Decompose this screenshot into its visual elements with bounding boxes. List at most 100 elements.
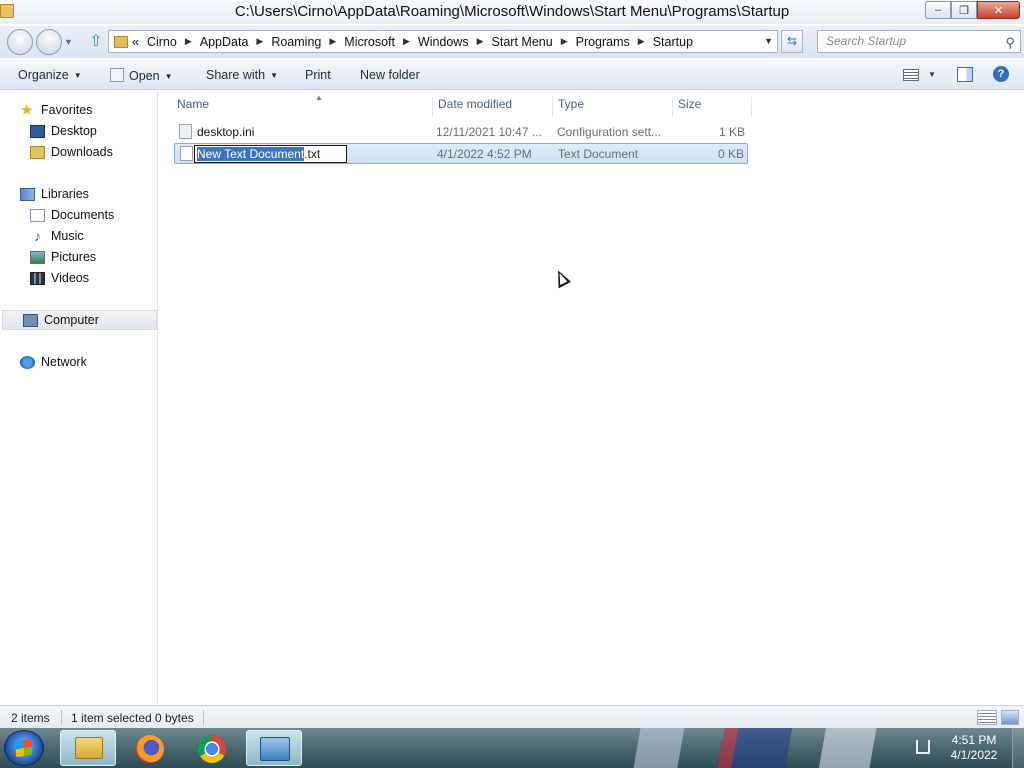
print-button[interactable]: Print — [305, 68, 331, 82]
details-view-icon[interactable] — [977, 710, 997, 725]
breadcrumb-item[interactable]: Programs — [576, 35, 630, 49]
file-row-selected[interactable]: New Text Document.txt 4/1/2022 4:52 PM T… — [174, 143, 748, 164]
nav-label: Music — [51, 229, 84, 243]
status-bytes: 0 bytes — [155, 711, 194, 725]
chevron-right-icon[interactable]: ▶ — [561, 36, 568, 47]
chevron-right-icon[interactable]: ▶ — [185, 36, 192, 47]
breadcrumb-item[interactable]: Roaming — [271, 35, 321, 49]
breadcrumb-item[interactable]: Startup — [653, 35, 693, 49]
file-date: 4/1/2022 4:52 PM — [437, 147, 532, 161]
text-file-icon — [180, 146, 193, 161]
preview-pane-icon[interactable] — [957, 67, 973, 82]
nav-libraries[interactable]: Libraries — [0, 184, 157, 204]
rename-extension: .txt — [304, 147, 321, 161]
breadcrumb-item[interactable]: Microsoft — [344, 35, 395, 49]
column-header-date-modified[interactable]: Date modified — [438, 97, 553, 117]
nav-desktop[interactable]: Desktop — [0, 121, 157, 141]
nav-documents[interactable]: Documents — [0, 205, 157, 225]
file-type: Configuration sett... — [557, 125, 662, 139]
large-icons-view-icon[interactable] — [1001, 710, 1019, 725]
search-input[interactable]: Search Startup ⚲ — [817, 30, 1021, 53]
window-title: C:\Users\Cirno\AppData\Roaming\Microsoft… — [234, 3, 790, 20]
chevron-down-icon[interactable]: ▼ — [928, 70, 936, 79]
minimize-button[interactable]: – — [925, 1, 951, 19]
libraries-icon — [20, 187, 35, 201]
nav-pictures[interactable]: Pictures — [0, 247, 157, 267]
computer-icon — [23, 313, 38, 327]
taskbar-control-panel[interactable] — [246, 730, 302, 766]
new-folder-button[interactable]: New folder — [360, 68, 420, 82]
title-bar: C:\Users\Cirno\AppData\Roaming\Microsoft… — [0, 0, 1024, 24]
nav-label: Computer — [44, 313, 99, 327]
search-placeholder: Search Startup — [826, 34, 907, 48]
change-view-icon[interactable] — [903, 69, 919, 81]
folder-icon — [75, 737, 103, 759]
breadcrumb: « Cirno ▶ AppData ▶ Roaming ▶ Microsoft ▶ Wi… — [132, 35, 693, 49]
file-name: desktop.ini — [197, 125, 255, 139]
maximize-button[interactable]: ❐ — [951, 1, 977, 19]
share-with-button[interactable]: Share with ▼ — [206, 68, 278, 82]
status-item-count: 2 items — [11, 711, 50, 725]
back-button[interactable] — [7, 29, 33, 55]
start-button[interactable] — [4, 730, 44, 766]
breadcrumb-overflow[interactable]: « — [132, 35, 139, 49]
file-list: ▲ Name Date modified Type Size desktop.i… — [159, 91, 1024, 705]
chevron-right-icon[interactable]: ▶ — [638, 36, 645, 47]
chevron-down-icon: ▼ — [73, 71, 82, 81]
nav-downloads[interactable]: Downloads — [0, 142, 157, 162]
column-header-name[interactable]: ▲ Name — [177, 93, 433, 117]
nav-label: Videos — [51, 271, 89, 285]
column-header-size[interactable]: Size — [678, 97, 752, 117]
refresh-icon[interactable]: ⇆ — [781, 30, 803, 53]
show-desktop-button[interactable] — [1012, 728, 1024, 768]
network-tray-icon[interactable] — [916, 740, 930, 754]
breadcrumb-item[interactable]: Start Menu — [492, 35, 553, 49]
rename-input[interactable]: New Text Document.txt — [194, 145, 347, 163]
file-row[interactable]: desktop.ini 12/11/2021 10:47 ... Configu… — [174, 122, 748, 143]
documents-icon — [30, 208, 45, 222]
chevron-right-icon[interactable]: ▶ — [256, 36, 263, 47]
breadcrumb-item[interactable]: Windows — [418, 35, 469, 49]
nav-computer[interactable]: Computer — [2, 310, 157, 330]
taskbar-firefox[interactable] — [122, 730, 178, 766]
taskbar-explorer[interactable] — [60, 730, 116, 766]
organize-button[interactable]: Organize ▼ — [18, 68, 82, 82]
close-button[interactable]: ✕ — [977, 1, 1020, 19]
column-label: Name — [177, 97, 210, 111]
clock-time: 4:51 PM — [951, 733, 997, 747]
chevron-right-icon[interactable]: ▶ — [477, 36, 484, 47]
up-arrow-icon[interactable]: ⇧ — [86, 32, 106, 52]
folder-icon — [114, 35, 128, 48]
forward-button[interactable] — [36, 29, 62, 55]
nav-videos[interactable]: Videos — [0, 268, 157, 288]
chevron-right-icon[interactable]: ▶ — [329, 36, 336, 47]
sort-ascending-icon: ▲ — [315, 93, 323, 102]
chevron-right-icon[interactable]: ▶ — [403, 36, 410, 47]
file-type: Text Document — [558, 147, 639, 161]
pictures-icon — [30, 250, 45, 264]
taskbar-clock[interactable]: 4:51 PM 4/1/2022 — [942, 733, 1006, 763]
nav-network[interactable]: Network — [0, 352, 157, 372]
address-bar[interactable]: « Cirno ▶ AppData ▶ Roaming ▶ Microsoft ▶ Wi… — [108, 30, 778, 53]
navigation-pane: ★ Favorites Desktop Downloads Libraries D… — [0, 91, 158, 705]
status-selection: 1 item selected — [71, 711, 152, 725]
taskbar-chrome[interactable] — [184, 730, 240, 766]
nav-favorites[interactable]: ★ Favorites — [0, 100, 157, 120]
open-button[interactable]: Open ▼ — [110, 68, 173, 83]
nav-label: Libraries — [41, 187, 89, 201]
command-bar: Organize ▼ Open ▼ Share with ▼ Print New fo… — [0, 60, 1024, 90]
recent-pages-chevron-icon[interactable]: ▼ — [64, 37, 73, 47]
column-header-type[interactable]: Type — [558, 97, 673, 117]
address-dropdown-icon[interactable]: ▼ — [764, 36, 773, 46]
rename-selection: New Text Document — [197, 147, 305, 161]
network-icon — [20, 355, 35, 369]
breadcrumb-item[interactable]: Cirno — [147, 35, 177, 49]
address-row: ▼ ⇧ « Cirno ▶ AppData ▶ Roaming ▶ Microsoft… — [0, 26, 1024, 58]
nav-music[interactable]: ♪ Music — [0, 226, 157, 246]
nav-label: Network — [41, 355, 87, 369]
search-icon[interactable]: ⚲ — [1005, 32, 1015, 53]
settings-file-icon — [179, 124, 192, 139]
breadcrumb-item[interactable]: AppData — [200, 35, 249, 49]
open-icon — [110, 68, 124, 82]
help-icon[interactable]: ? — [993, 66, 1009, 82]
